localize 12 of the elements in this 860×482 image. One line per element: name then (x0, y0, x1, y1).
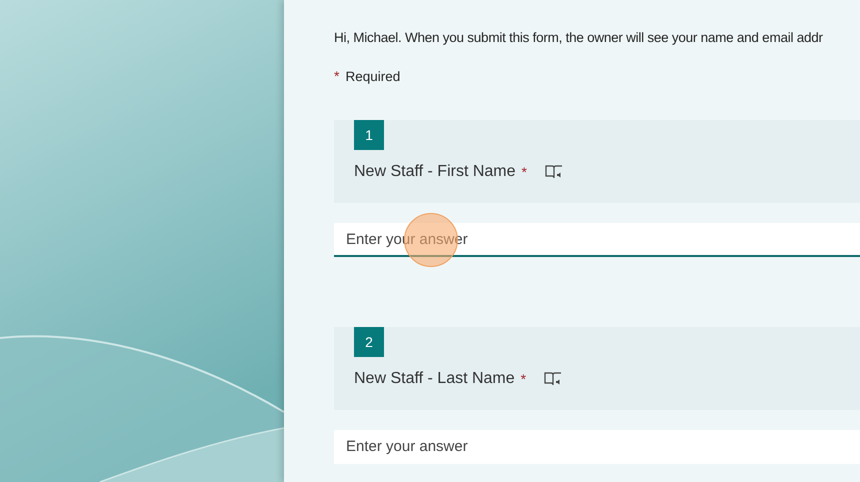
immersive-reader-icon[interactable] (544, 164, 563, 180)
question-title: New Staff - First Name (354, 163, 516, 181)
required-asterisk: * (520, 371, 526, 387)
answer-field[interactable]: Enter your answer (334, 430, 860, 464)
question-number: 1 (354, 120, 384, 150)
question-title: New Staff - Last Name (354, 370, 515, 388)
question-number: 2 (354, 327, 384, 357)
required-asterisk: * (522, 164, 527, 180)
required-label: Required (345, 68, 400, 84)
required-asterisk: * (334, 68, 340, 84)
immersive-reader-icon[interactable] (544, 371, 562, 387)
intro-text: Hi, Michael. When you submit this form, the owner will see your name and email addr (334, 29, 824, 47)
